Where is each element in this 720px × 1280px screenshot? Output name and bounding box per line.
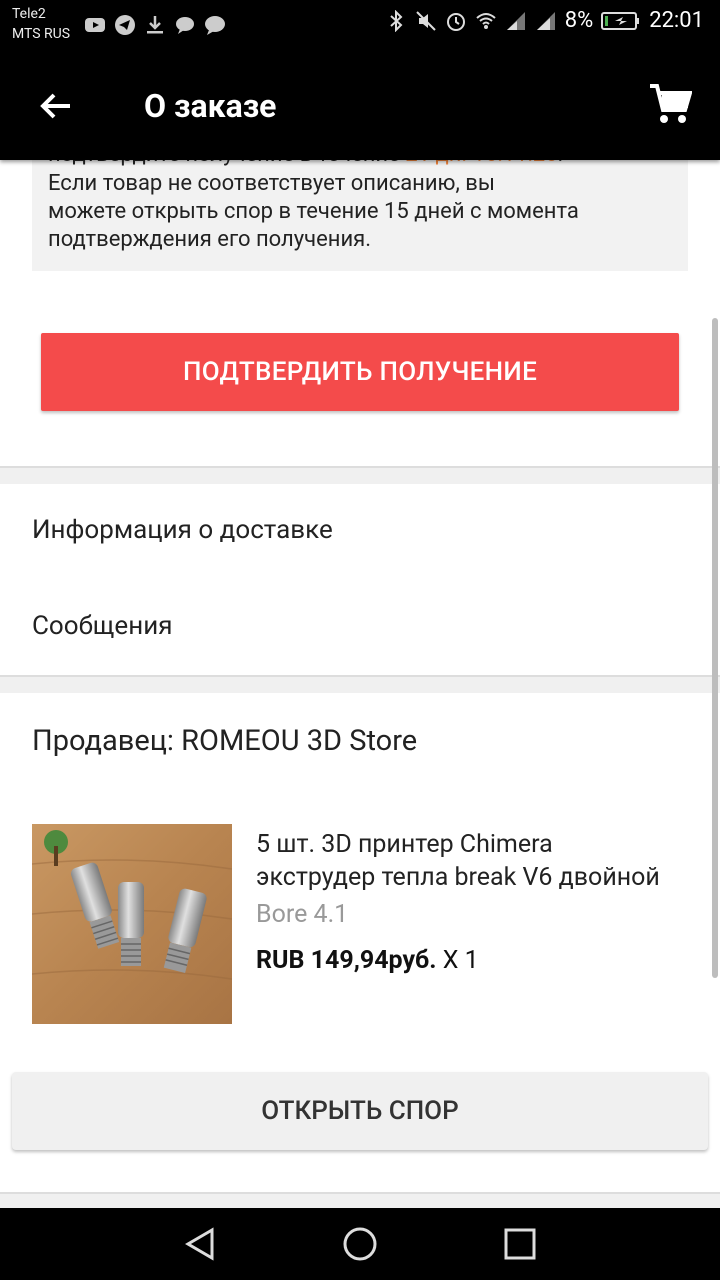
carrier-info: Tele2 MTS RUS (12, 4, 70, 44)
message-icon (205, 16, 225, 35)
product-price: RUB 149,94руб. (256, 946, 437, 975)
page-title: О заказе (144, 87, 277, 125)
confirm-receipt-button[interactable]: ПОДТВЕРДИТЬ ПОЛУЧЕНИЕ (41, 333, 679, 411)
cart-icon[interactable] (648, 82, 692, 126)
product-variant: Bore 4.1 (256, 900, 349, 929)
carrier-2: MTS RUS (12, 26, 71, 42)
status-bar: Tele2 MTS RUS 8% 22:01 (0, 0, 720, 52)
download-icon (147, 16, 163, 34)
open-dispute-button[interactable]: ОТКРЫТЬ СПОР (12, 1072, 708, 1150)
notice-line-1: Если товар не соответствует описанию, вы (48, 171, 495, 196)
wifi-icon (476, 12, 496, 29)
carrier-1: Tele2 (12, 6, 46, 22)
notification-icons (84, 14, 226, 36)
notice-line-3: подтверждения его получения. (48, 227, 372, 252)
product-quantity: X 1 (442, 946, 479, 975)
product-title-line-2: экструдер тепла break V6 двойной (256, 863, 660, 892)
alarm-icon (446, 12, 465, 31)
divider (0, 675, 720, 693)
signal-icon-1 (506, 11, 525, 30)
nav-recents-icon[interactable] (502, 1226, 538, 1262)
battery-percent: 8% (564, 8, 594, 33)
arrow-back-icon[interactable] (36, 86, 76, 126)
scrollbar[interactable] (712, 318, 718, 978)
status-right: 8% 22:01 (385, 8, 704, 33)
product-title[interactable]: 5 шт. 3D принтер Chimera экструдер тепла… (256, 828, 686, 894)
app-bar: О заказе (0, 52, 720, 160)
battery-icon (601, 11, 640, 30)
product-title-line-1: 5 шт. 3D принтер Chimera (256, 830, 553, 859)
notice-text: Если товар не соответствует описанию, вы… (48, 170, 678, 254)
seller-name[interactable]: Продавец: ROMEOU 3D Store (32, 724, 417, 758)
navigation-bar (0, 1208, 720, 1280)
bluetooth-icon (390, 9, 403, 32)
divider (0, 466, 720, 484)
delivery-info-item[interactable]: Информация о доставке (32, 515, 333, 545)
messages-item[interactable]: Сообщения (32, 611, 172, 641)
telegram-icon (115, 15, 135, 35)
signal-icon-2 (536, 11, 555, 30)
product-image[interactable] (32, 824, 232, 1024)
clock: 22:01 (649, 8, 704, 33)
nav-back-icon[interactable] (182, 1226, 218, 1262)
nav-home-icon[interactable] (342, 1226, 378, 1262)
youtube-icon (85, 18, 105, 32)
chat-icon (176, 17, 194, 34)
mute-icon (416, 10, 436, 31)
product-price-line: RUB 149,94руб. X 1 (256, 946, 479, 975)
notice-line-2: можете открыть спор в течение 15 дней с … (48, 199, 579, 224)
